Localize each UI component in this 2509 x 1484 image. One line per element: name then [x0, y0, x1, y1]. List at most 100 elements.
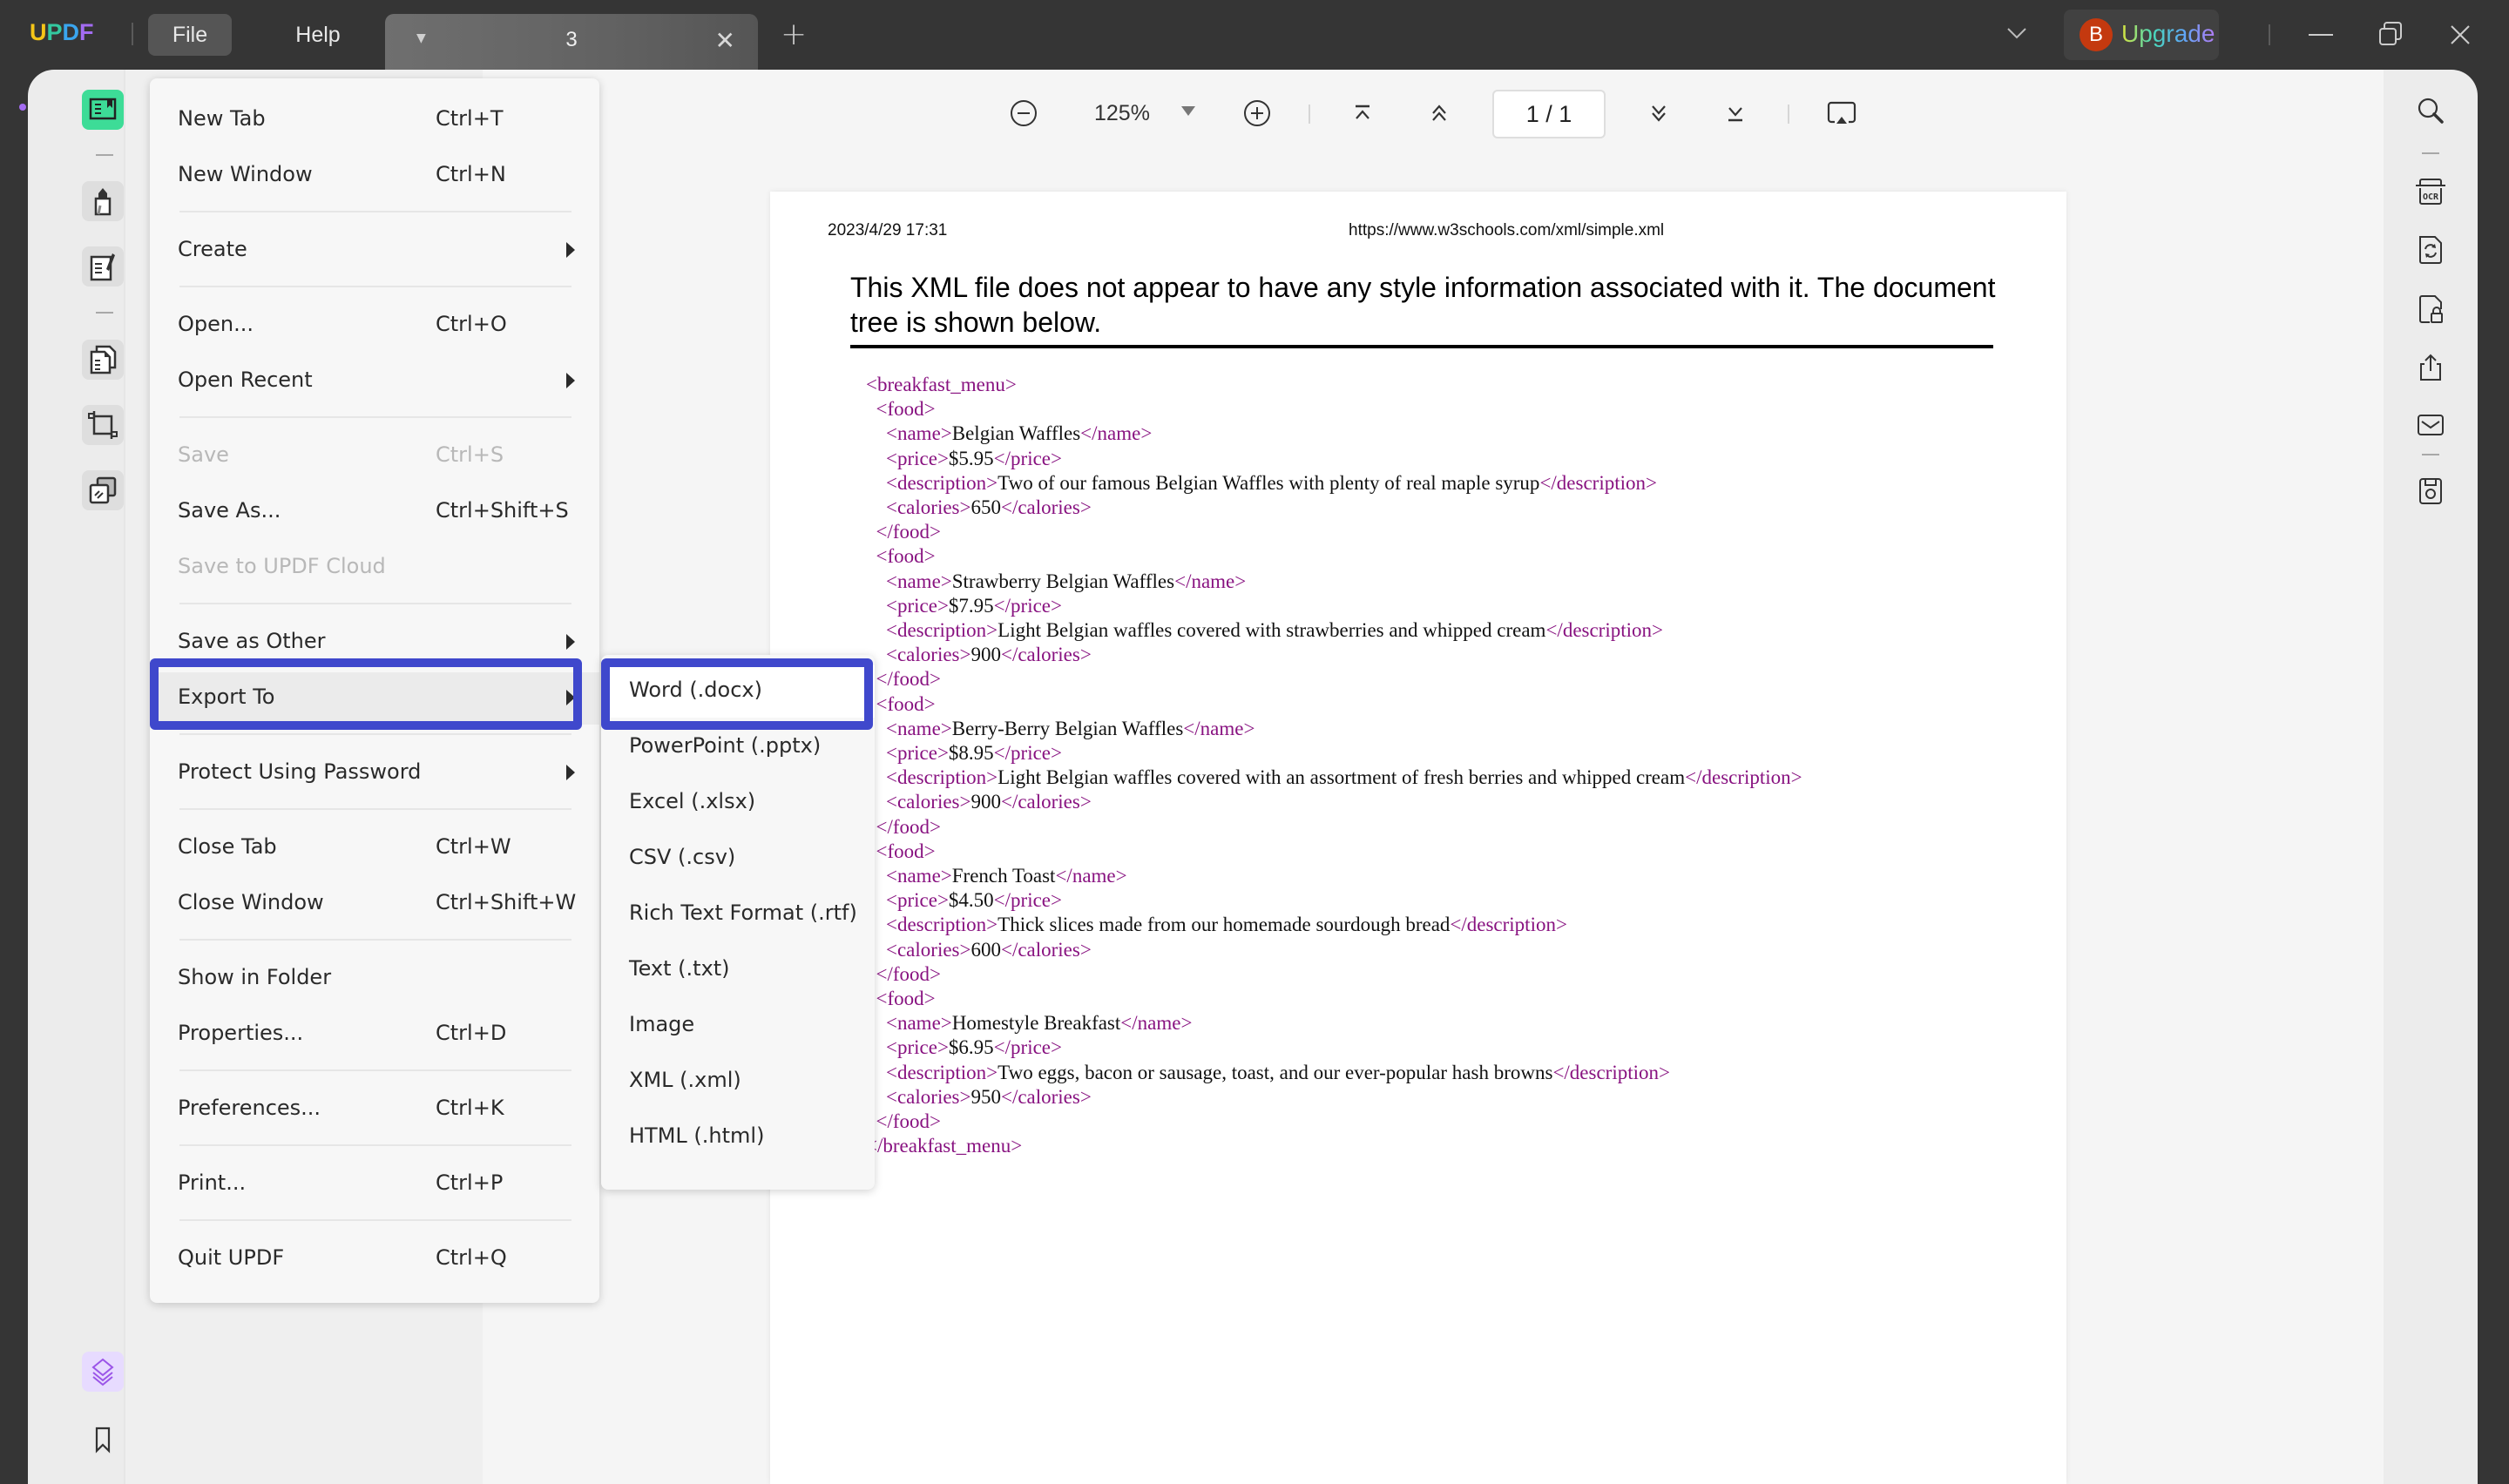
- divider: [2422, 454, 2439, 455]
- minimize-button[interactable]: [2303, 17, 2338, 52]
- close-tab-icon[interactable]: ✕: [715, 26, 735, 55]
- xml-name-line: <name>Strawberry Belgian Waffles</name>: [866, 570, 1802, 594]
- xml-food-close: </food>: [866, 667, 1802, 691]
- xml-tag: </name>: [1120, 1012, 1193, 1035]
- zoom-in-icon[interactable]: [1240, 92, 1275, 138]
- menu-item-shortcut: Ctrl+Shift+W: [436, 890, 577, 914]
- menu-help[interactable]: Help: [287, 14, 348, 56]
- edit-pdf-icon[interactable]: [82, 246, 124, 287]
- menu-item-create[interactable]: Create: [150, 225, 599, 277]
- menu-item-protect-using-password[interactable]: Protect Using Password: [150, 747, 599, 799]
- chevron-down-icon[interactable]: [2005, 24, 2028, 45]
- menu-item-label: Open...: [178, 312, 254, 336]
- menu-item-open[interactable]: Open... Ctrl+O: [150, 300, 599, 352]
- xml-name-line: <name>French Toast</name>: [866, 864, 1802, 888]
- zoom-level[interactable]: 125%: [1094, 101, 1150, 126]
- close-window-button[interactable]: [2443, 17, 2478, 52]
- xml-value: $6.95: [948, 1036, 994, 1059]
- export-option-text-txt[interactable]: Text (.txt): [601, 944, 875, 996]
- layers-icon[interactable]: [82, 1352, 124, 1392]
- export-option-rich-text-format-rtf[interactable]: Rich Text Format (.rtf): [601, 888, 875, 941]
- export-option-label: Image: [629, 1012, 695, 1036]
- xml-tag: <price>: [886, 1036, 949, 1059]
- page-tools-icon[interactable]: [82, 470, 124, 510]
- last-page-icon[interactable]: [1720, 92, 1751, 138]
- crop-icon[interactable]: [82, 405, 124, 445]
- menu-item-shortcut: Ctrl+W: [436, 834, 511, 859]
- export-option-csv-csv[interactable]: CSV (.csv): [601, 833, 875, 885]
- menu-item-shortcut: Ctrl+K: [436, 1096, 504, 1120]
- convert-icon[interactable]: [2411, 231, 2450, 269]
- organize-pages-icon[interactable]: [82, 340, 124, 380]
- zoom-out-icon[interactable]: [1006, 92, 1041, 138]
- divider: [132, 23, 133, 45]
- xml-food-open: <food>: [866, 397, 1802, 422]
- xml-food-close: </food>: [866, 815, 1802, 840]
- xml-value: Belgian Waffles: [951, 422, 1081, 445]
- next-page-icon[interactable]: [1643, 92, 1674, 138]
- pdf-page: 2023/4/29 17:31 https://www.w3schools.co…: [770, 192, 2066, 1484]
- avatar: B: [2080, 18, 2113, 51]
- search-icon[interactable]: [2411, 92, 2450, 131]
- page-number-input[interactable]: 1 / 1: [1492, 90, 1606, 138]
- menu-item-open-recent[interactable]: Open Recent: [150, 355, 599, 408]
- menu-item-show-in-folder[interactable]: Show in Folder: [150, 953, 599, 1005]
- menu-item-new-tab[interactable]: New Tab Ctrl+T: [150, 94, 599, 146]
- menu-item-label: Open Recent: [178, 368, 313, 392]
- export-submenu: Word (.docx) PowerPoint (.pptx) Excel (.xl…: [601, 655, 875, 1190]
- page-heading: This XML file does not appear to have an…: [850, 272, 1996, 338]
- xml-tag: <food>: [876, 545, 936, 568]
- menu-item-label: Properties...: [178, 1021, 304, 1045]
- xml-tag: </food>: [876, 962, 942, 985]
- menu-item-shortcut: Ctrl+S: [436, 442, 504, 467]
- ocr-icon[interactable]: OCR: [2411, 172, 2450, 211]
- menu-item-label: Close Window: [178, 890, 324, 914]
- menu-item-properties[interactable]: Properties... Ctrl+D: [150, 1008, 599, 1061]
- restore-button[interactable]: [2373, 17, 2408, 52]
- prev-page-icon[interactable]: [1424, 92, 1455, 138]
- save-icon[interactable]: [2411, 472, 2450, 510]
- active-indicator: [19, 104, 26, 111]
- menu-item-new-window[interactable]: New Window Ctrl+N: [150, 150, 599, 202]
- new-tab-button[interactable]: +: [781, 19, 807, 51]
- menu-item-shortcut: Ctrl+P: [436, 1170, 504, 1195]
- page-header-url: https://www.w3schools.com/xml/simple.xml: [1349, 221, 1665, 239]
- divider: [2269, 24, 2270, 45]
- highlighter-icon[interactable]: [82, 181, 124, 221]
- bookmark-icon[interactable]: [82, 1420, 124, 1460]
- menu-item-preferences[interactable]: Preferences... Ctrl+K: [150, 1083, 599, 1136]
- menu-item-close-window[interactable]: Close Window Ctrl+Shift+W: [150, 878, 599, 930]
- menu-separator: [179, 211, 571, 212]
- export-option-html-html[interactable]: HTML (.html): [601, 1111, 875, 1164]
- export-option-image[interactable]: Image: [601, 1000, 875, 1052]
- menu-item-save-as[interactable]: Save As... Ctrl+Shift+S: [150, 486, 599, 538]
- export-option-excel-xlsx[interactable]: Excel (.xlsx): [601, 777, 875, 829]
- share-icon[interactable]: [2411, 348, 2450, 387]
- menu-item-close-tab[interactable]: Close Tab Ctrl+W: [150, 822, 599, 874]
- protect-icon[interactable]: [2411, 290, 2450, 328]
- zoom-dropdown-icon[interactable]: [1181, 106, 1195, 116]
- first-page-icon[interactable]: [1347, 92, 1378, 138]
- menu-item-label: Save As...: [178, 498, 281, 523]
- xml-description-line: <description>Two eggs, bacon or sausage,…: [866, 1061, 1802, 1085]
- xml-tag: </name>: [1174, 570, 1247, 592]
- menu-item-label: Create: [178, 237, 247, 261]
- menu-separator: [179, 808, 571, 810]
- menu-item-save-to-updf-cloud: Save to UPDF Cloud: [150, 542, 599, 594]
- menu-file[interactable]: File: [148, 14, 232, 56]
- menu-separator: [179, 1069, 571, 1071]
- menu-item-label: Save: [178, 442, 229, 467]
- document-tab[interactable]: ▼ 3 ✕: [385, 14, 758, 70]
- menu-item-print[interactable]: Print... Ctrl+P: [150, 1158, 599, 1211]
- slideshow-icon[interactable]: [1824, 92, 1859, 138]
- upgrade-button[interactable]: B Upgrade: [2064, 10, 2219, 60]
- upgrade-label: Upgrade: [2121, 20, 2215, 47]
- reader-icon[interactable]: [82, 90, 124, 130]
- export-option-label: HTML (.html): [629, 1123, 765, 1148]
- xml-tag: </calories>: [1000, 644, 1092, 666]
- divider: [96, 312, 113, 314]
- email-icon[interactable]: [2411, 406, 2450, 444]
- menu-item-quit-updf[interactable]: Quit UPDF Ctrl+Q: [150, 1233, 599, 1285]
- xml-tag: <description>: [886, 914, 998, 936]
- export-option-xml-xml[interactable]: XML (.xml): [601, 1056, 875, 1108]
